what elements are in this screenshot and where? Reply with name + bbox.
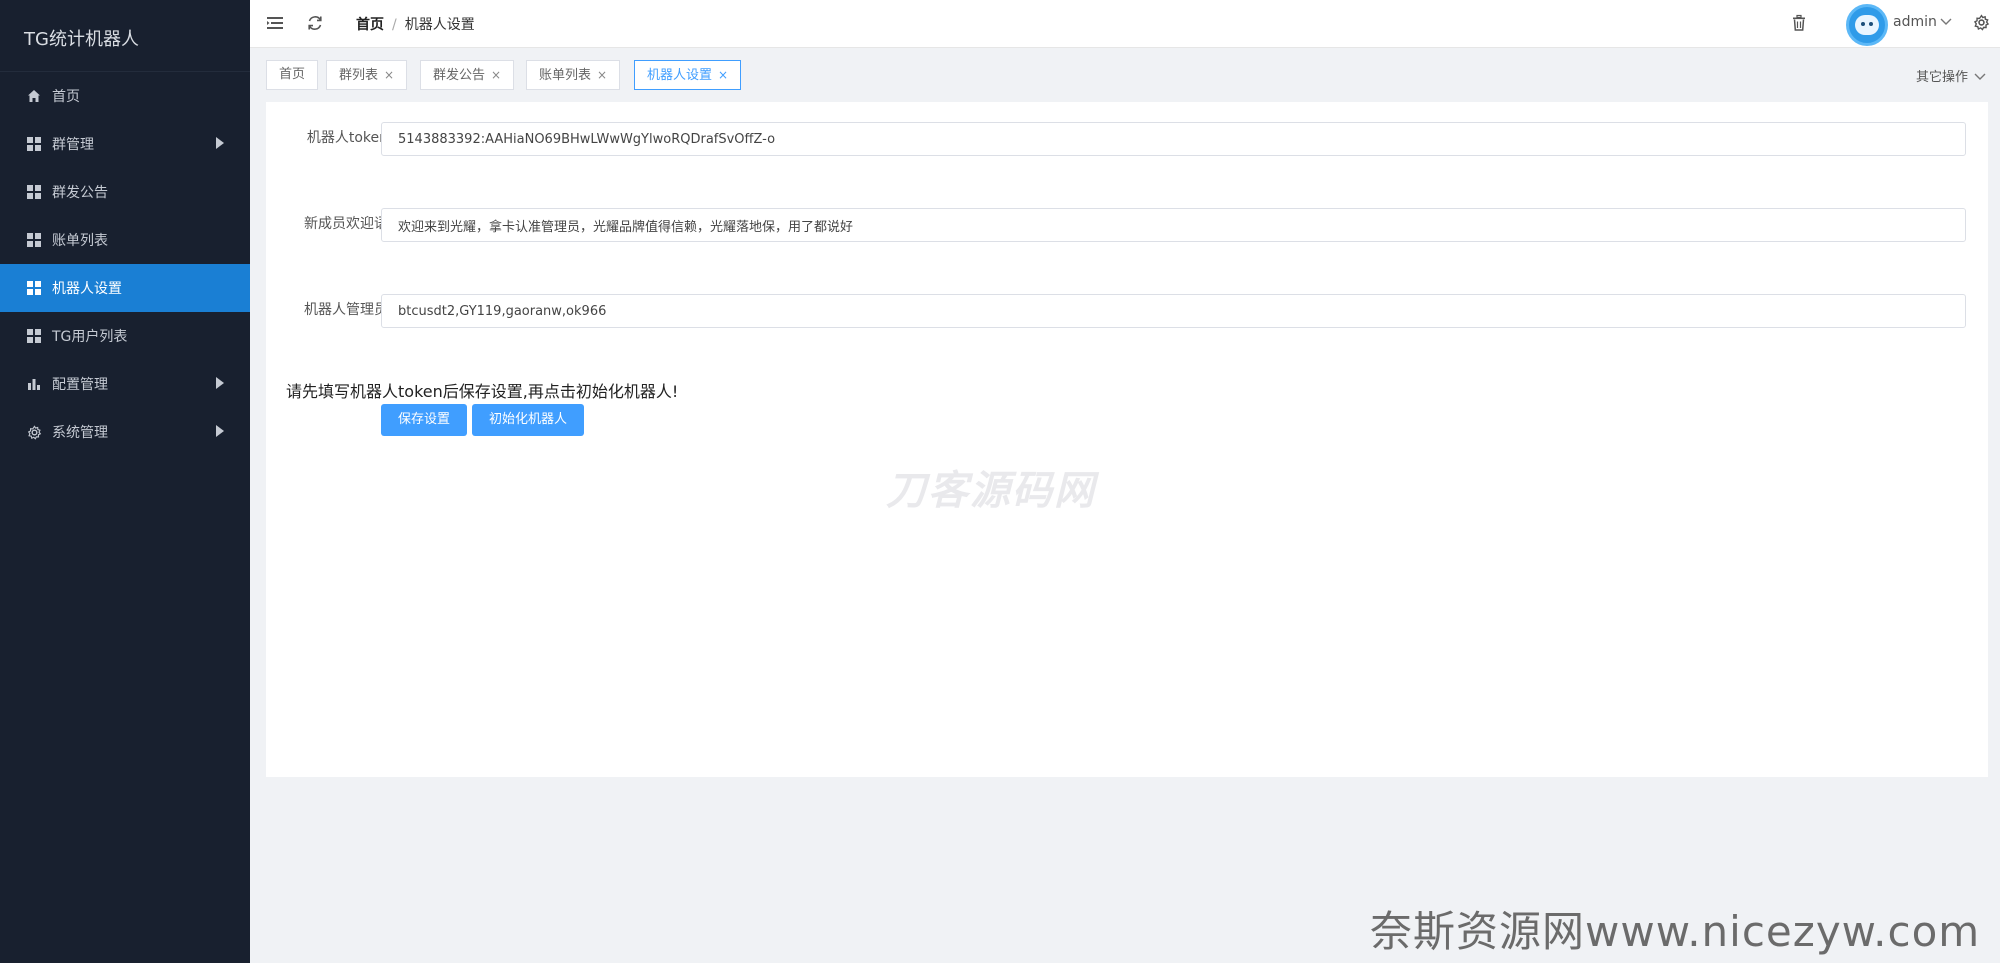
caret-right-icon	[216, 377, 224, 389]
breadcrumb-home[interactable]: 首页	[356, 17, 384, 33]
refresh-icon[interactable]	[306, 14, 326, 34]
admins-label: 机器人管理员	[304, 302, 388, 318]
sidebar-item-label: 配置管理	[52, 377, 108, 393]
tab-label: 机器人设置	[647, 68, 713, 83]
tab-bills[interactable]: 账单列表 ×	[526, 60, 621, 90]
sidebar-item-bills[interactable]: 账单列表	[0, 216, 250, 264]
sidebar-item-label: 机器人设置	[52, 281, 122, 297]
sidebar-item-label: TG用户列表	[52, 329, 128, 345]
tab-broadcast[interactable]: 群发公告 ×	[420, 60, 515, 90]
top-header: 首页 / 机器人设置 admin	[250, 0, 2000, 48]
save-settings-button[interactable]: 保存设置	[381, 404, 468, 436]
sidebar-item-bot-settings[interactable]: 机器人设置	[0, 264, 250, 312]
bar-chart-icon	[26, 376, 42, 392]
admins-input[interactable]	[381, 294, 1966, 328]
tab-label: 首页	[279, 67, 306, 82]
settings-gear-icon[interactable]	[1973, 14, 1993, 34]
tab-bot-settings[interactable]: 机器人设置 ×	[634, 60, 742, 90]
username: admin	[1893, 14, 1937, 30]
close-icon[interactable]: ×	[597, 68, 607, 82]
caret-right-icon	[216, 137, 224, 149]
tab-home[interactable]: 首页	[266, 60, 319, 90]
sidebar-item-config[interactable]: 配置管理	[0, 360, 250, 408]
grid-icon	[26, 280, 42, 296]
close-icon[interactable]: ×	[491, 68, 501, 82]
sidebar-item-label: 群发公告	[52, 185, 108, 201]
sidebar-item-broadcast[interactable]: 群发公告	[0, 168, 250, 216]
breadcrumb: 首页 / 机器人设置	[356, 14, 475, 34]
home-icon	[26, 88, 42, 104]
welcome-label: 新成员欢迎语	[304, 216, 388, 232]
sidebar-item-label: 账单列表	[52, 233, 108, 249]
tabs-more-label: 其它操作	[1915, 70, 1968, 85]
tabs-more-dropdown[interactable]: 其它操作	[1916, 66, 1986, 85]
sidebar-item-tg-users[interactable]: TG用户列表	[0, 312, 250, 360]
sidebar-item-label: 系统管理	[52, 425, 108, 441]
tabs-bar: 首页 群列表 × 群发公告 × 账单列表 × 机器人设置 × 其它操作	[250, 48, 2000, 102]
tab-group-list[interactable]: 群列表 ×	[326, 60, 408, 90]
menu-toggle-icon[interactable]	[266, 14, 286, 34]
breadcrumb-current: 机器人设置	[404, 17, 475, 33]
sidebar-item-label: 群管理	[52, 137, 94, 153]
notice-text: 请先填写机器人token后保存设置,再点击初始化机器人!	[286, 382, 679, 401]
sidebar: TG统计机器人 首页 群管理 群发公告 账单列表 机器人设置 TG用户列表 配置…	[0, 0, 250, 963]
watermark-center: 刀客源码网	[886, 468, 1096, 514]
caret-right-icon	[216, 425, 224, 437]
trash-icon[interactable]	[1790, 14, 1810, 34]
grid-icon	[26, 184, 42, 200]
sidebar-item-system[interactable]: 系统管理	[0, 408, 250, 456]
gear-icon	[26, 424, 42, 440]
sidebar-item-home[interactable]: 首页	[0, 72, 250, 120]
token-label: 机器人token	[306, 130, 388, 146]
sidebar-item-label: 首页	[52, 89, 80, 105]
chevron-down-icon	[1940, 18, 1952, 25]
chevron-down-icon	[1974, 73, 1986, 80]
breadcrumb-separator: /	[392, 17, 397, 33]
close-icon[interactable]: ×	[718, 68, 728, 82]
init-bot-button[interactable]: 初始化机器人	[472, 404, 585, 436]
watermark-bottom: 奈斯资源网www.nicezyw.com	[1370, 907, 1981, 956]
grid-icon	[26, 328, 42, 344]
avatar[interactable]	[1846, 4, 1888, 46]
avatar-face-icon	[1855, 15, 1879, 35]
sidebar-item-group-management[interactable]: 群管理	[0, 120, 250, 168]
settings-form-card: 机器人token 新成员欢迎语 机器人管理员 请先填写机器人token后保存设置…	[266, 102, 1988, 777]
tab-label: 群发公告	[433, 68, 486, 83]
grid-icon	[26, 136, 42, 152]
welcome-input[interactable]	[381, 208, 1966, 242]
user-menu[interactable]: admin	[1893, 14, 1952, 30]
tab-label: 账单列表	[539, 68, 592, 83]
sidebar-menu: 首页 群管理 群发公告 账单列表 机器人设置 TG用户列表 配置管理 系统管理	[0, 72, 250, 456]
tab-label: 群列表	[339, 68, 379, 83]
token-input[interactable]	[381, 122, 1966, 156]
brand-title: TG统计机器人	[0, 0, 250, 72]
close-icon[interactable]: ×	[384, 68, 394, 82]
grid-icon	[26, 232, 42, 248]
